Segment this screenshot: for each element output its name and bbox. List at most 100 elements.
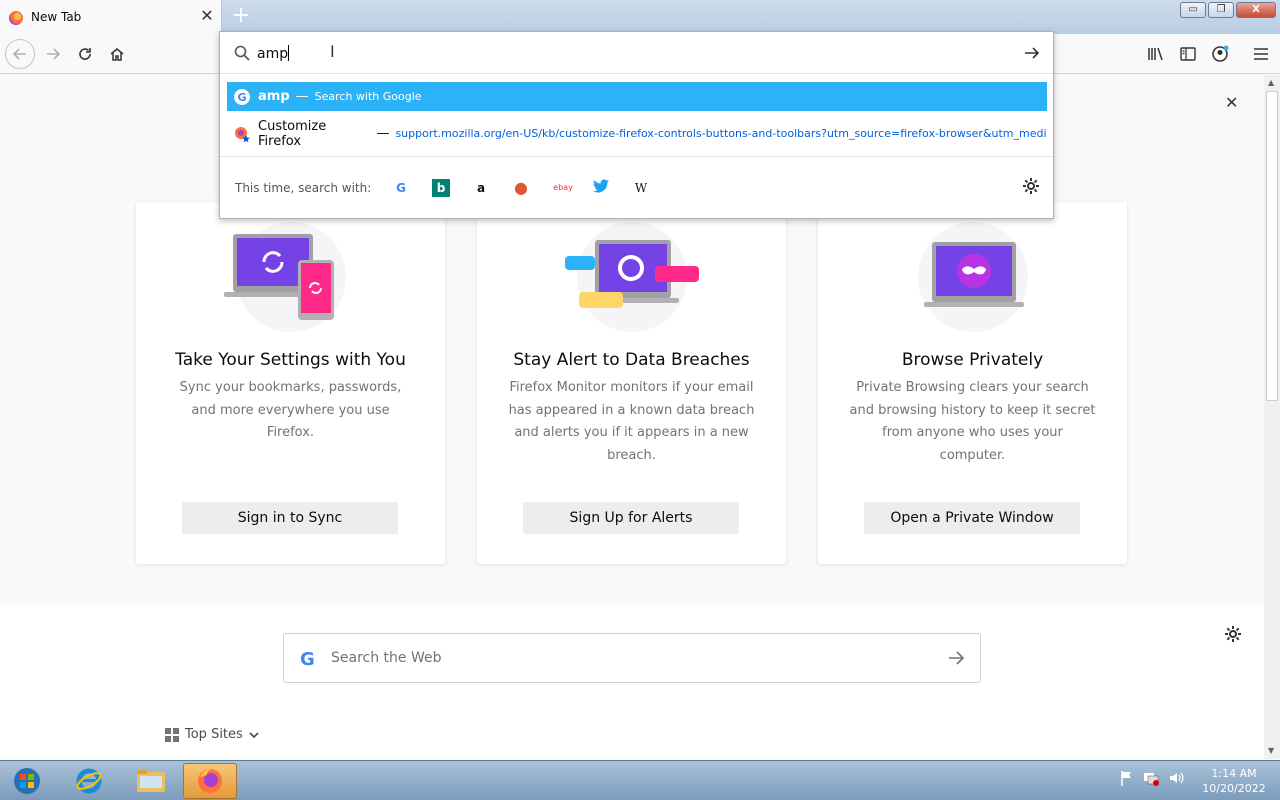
one-off-search-bar: This time, search with: G b a ● ebay W [220, 156, 1053, 219]
card-sync: Take Your Settings with You Sync your bo… [136, 202, 445, 564]
top-sites-toggle[interactable]: Top Sites [165, 727, 259, 742]
firefox-favicon-icon [9, 11, 23, 25]
scroll-down-arrow-icon[interactable]: ▼ [1268, 746, 1274, 755]
sync-devices-icon [224, 222, 346, 332]
card-title: Stay Alert to Data Breaches [513, 350, 750, 370]
window-controls: ▭ ❐ X [1180, 2, 1276, 18]
folder-icon [137, 770, 165, 792]
wikipedia-engine-icon[interactable]: W [632, 179, 650, 197]
minimize-button[interactable]: ▭ [1180, 2, 1206, 18]
twitter-bird-icon [593, 179, 609, 193]
back-button[interactable] [5, 39, 35, 69]
page-scrollbar[interactable]: ▲ ▼ [1264, 75, 1280, 759]
grid-icon [165, 727, 179, 742]
forward-arrow-icon [47, 48, 61, 60]
system-tray [1120, 770, 1184, 786]
scroll-up-arrow-icon[interactable]: ▲ [1268, 78, 1274, 87]
start-button[interactable] [5, 763, 49, 799]
taskbar-internet-explorer[interactable] [62, 763, 116, 799]
url-typed-text: amp [257, 45, 290, 62]
amazon-engine-icon[interactable]: a [472, 179, 490, 197]
search-settings-gear-icon[interactable] [1023, 178, 1039, 194]
network-icon[interactable] [1142, 770, 1160, 786]
sign-in-to-sync-button[interactable]: Sign in to Sync [182, 502, 398, 534]
google-icon: G [300, 649, 315, 670]
internet-explorer-icon [76, 768, 102, 794]
tab-new-tab[interactable]: New Tab ✕ [0, 0, 222, 35]
twitter-engine-icon[interactable] [592, 179, 610, 197]
hamburger-menu-icon [1254, 48, 1268, 60]
clock-time: 1:14 AM [1211, 767, 1257, 780]
result-separator: — [295, 89, 309, 104]
library-icon [1148, 47, 1163, 61]
restore-button[interactable]: ❐ [1208, 2, 1234, 18]
action-center-flag-icon[interactable] [1120, 770, 1134, 786]
home-button[interactable] [103, 40, 131, 68]
card-private: Browse Privately Private Browsing clears… [818, 202, 1127, 564]
sidebar-button[interactable] [1178, 44, 1198, 64]
taskbar-clock[interactable]: 1:14 AM 10/20/2022 [1194, 766, 1274, 796]
library-button[interactable] [1146, 44, 1166, 64]
card-title: Browse Privately [901, 350, 1044, 370]
card-monitor: Stay Alert to Data Breaches Firefox Moni… [477, 202, 786, 564]
one-off-label: This time, search with: [235, 181, 372, 195]
home-icon [110, 48, 124, 61]
card-title: Take Your Settings with You [175, 350, 406, 370]
account-icon [1212, 45, 1229, 62]
duckduckgo-engine-icon[interactable]: ● [512, 179, 530, 197]
sign-up-for-alerts-button[interactable]: Sign Up for Alerts [523, 502, 739, 534]
urlbar-result-search-google[interactable]: G amp — Search with Google [227, 82, 1047, 111]
reload-button[interactable] [71, 40, 99, 68]
card-body: Private Browsing clears your search and … [849, 380, 1096, 463]
account-button[interactable] [1210, 44, 1230, 64]
result-title: amp [258, 89, 290, 104]
search-placeholder: Search the Web [331, 650, 442, 666]
title-bar: New Tab ✕ + ▭ ❐ X [0, 0, 1280, 35]
url-input[interactable]: amp I [220, 32, 1053, 74]
chevron-down-icon [249, 731, 259, 738]
bing-engine-icon[interactable]: b [432, 179, 450, 197]
search-go-arrow-icon[interactable] [946, 648, 966, 668]
scrollbar-thumb[interactable] [1266, 91, 1278, 401]
ebay-engine-icon[interactable]: ebay [552, 179, 574, 197]
volume-icon[interactable] [1168, 770, 1184, 786]
urlbar-result-customize-firefox[interactable]: Customize Firefox — support.mozilla.org/… [227, 118, 1047, 149]
firefox-support-icon [235, 126, 250, 142]
windows-taskbar: 1:14 AM 10/20/2022 [0, 760, 1280, 800]
back-arrow-icon [12, 48, 26, 60]
web-search-box[interactable]: G Search the Web [283, 633, 981, 683]
urlbar-popup: amp I G amp — Search with Google Customi… [219, 31, 1054, 219]
windows-logo-icon [14, 768, 40, 794]
firefox-logo-icon [198, 769, 222, 793]
taskbar-file-explorer[interactable] [124, 763, 178, 799]
result-action: Search with Google [314, 90, 422, 103]
new-tab-button[interactable]: + [231, 4, 251, 28]
private-browsing-mask-icon [918, 222, 1028, 332]
result-title: Customize Firefox [258, 118, 327, 149]
taskbar-firefox[interactable] [183, 763, 237, 799]
clock-date: 10/20/2022 [1202, 782, 1266, 795]
sidebar-icon [1180, 47, 1196, 61]
card-body: Firefox Monitor monitors if your email h… [508, 380, 755, 463]
result-url: support.mozilla.org/en-US/kb/customize-f… [395, 127, 1047, 140]
menu-button[interactable] [1251, 44, 1271, 64]
tab-title: New Tab [31, 10, 82, 24]
top-sites-label: Top Sites [185, 727, 243, 742]
tab-close-icon[interactable]: ✕ [198, 7, 216, 25]
go-arrow-icon[interactable] [1023, 44, 1041, 62]
google-engine-icon[interactable]: G [392, 179, 410, 197]
text-cursor-icon: I [330, 42, 335, 61]
google-icon: G [234, 88, 250, 105]
reload-icon [79, 48, 91, 60]
page-settings-gear-icon[interactable] [1225, 626, 1241, 642]
svg-text:G: G [237, 91, 246, 104]
card-body: Sync your bookmarks, passwords, and more… [179, 380, 402, 440]
data-breach-alert-icon [565, 222, 699, 332]
dismiss-close-icon[interactable]: ✕ [1225, 95, 1241, 111]
result-separator: — [376, 126, 390, 141]
search-and-topsites-section: G Search the Web Top Sites [0, 604, 1264, 759]
forward-button[interactable] [39, 40, 67, 68]
search-icon [234, 45, 250, 61]
close-window-button[interactable]: X [1236, 2, 1276, 18]
open-private-window-button[interactable]: Open a Private Window [864, 502, 1080, 534]
